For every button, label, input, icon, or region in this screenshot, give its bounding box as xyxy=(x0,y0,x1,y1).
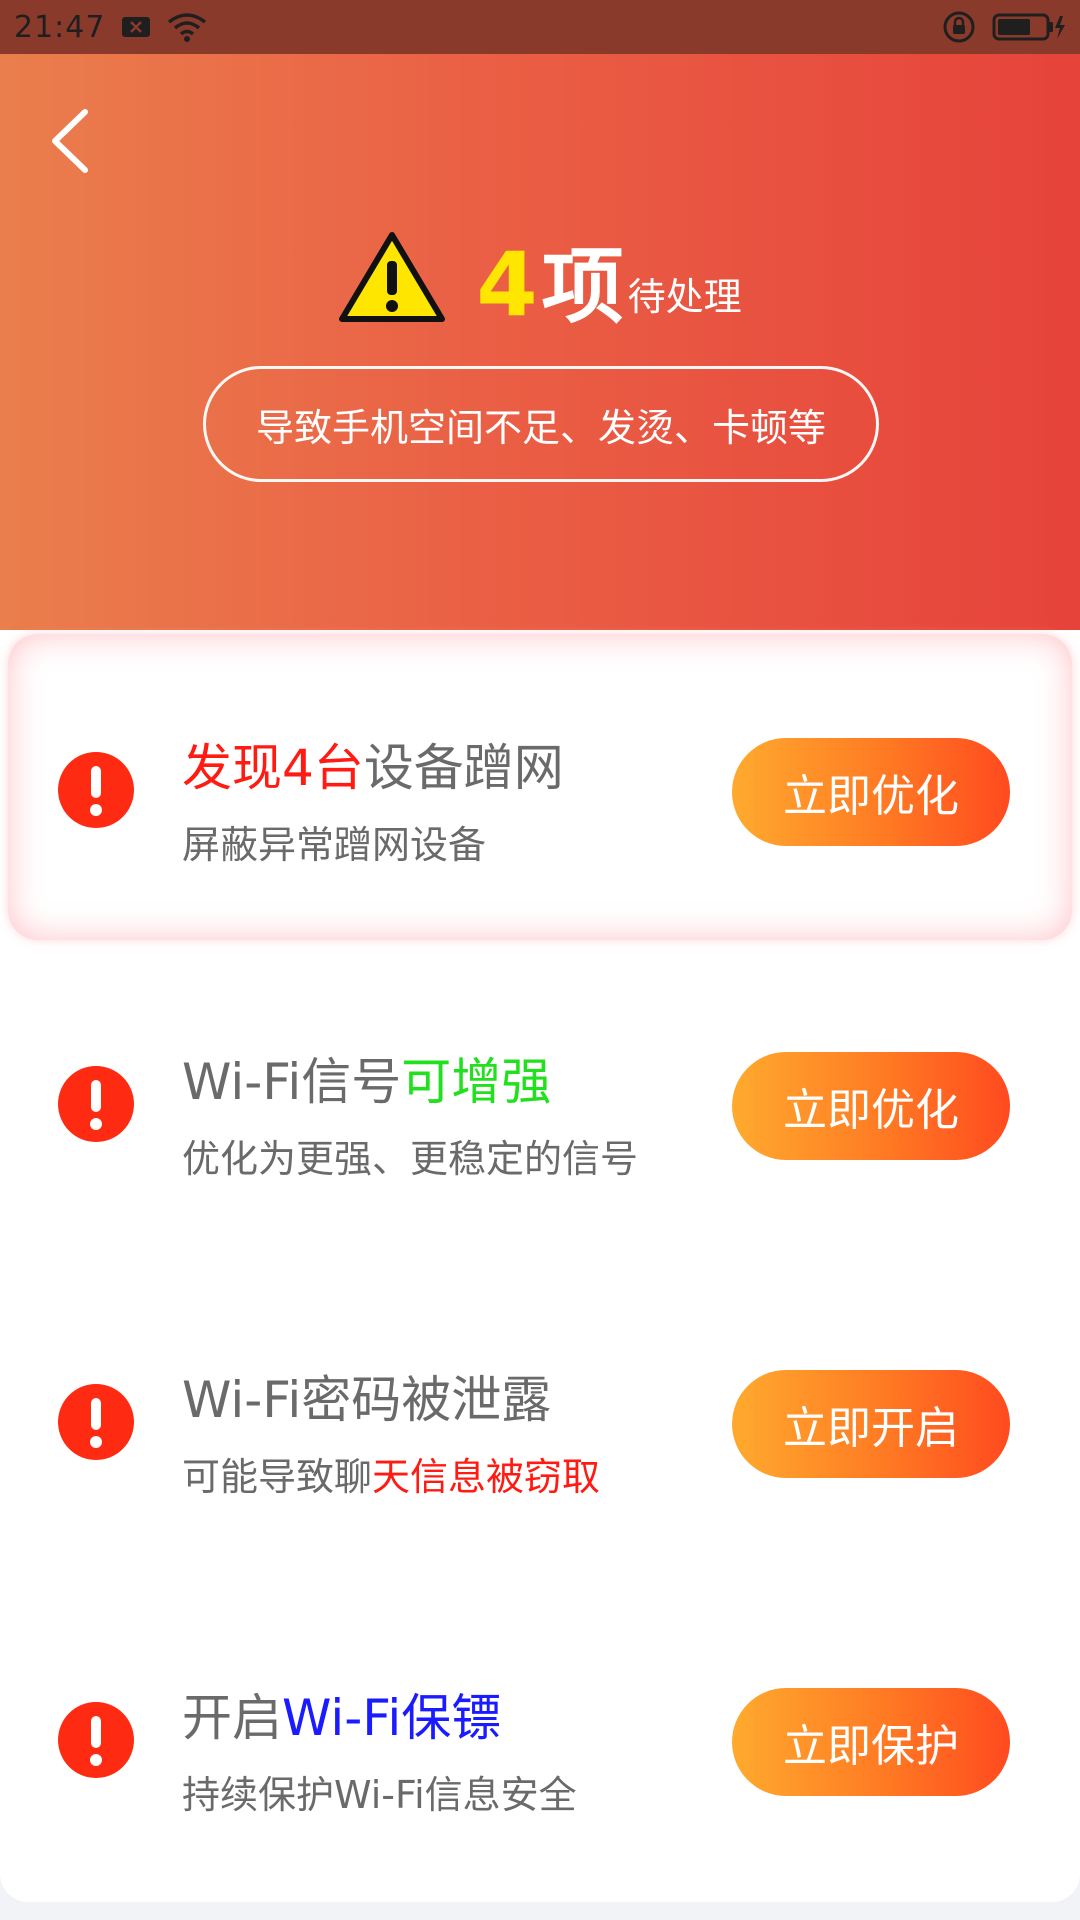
alert-icon xyxy=(58,752,134,828)
chevron-left-icon xyxy=(52,109,88,173)
status-bar: 21:47 xyxy=(0,0,1080,54)
item-subtitle: 屏蔽异常蹭网设备 xyxy=(182,823,487,867)
wifi-icon xyxy=(167,12,207,42)
reason-pill: 导致手机空间不足、发烫、卡顿等 xyxy=(203,366,879,482)
item-title-highlight: 发现4台 xyxy=(182,739,364,797)
enable-button[interactable]: 立即开启 xyxy=(732,1370,1010,1478)
status-right xyxy=(942,10,1066,44)
item-title: 发现4台设备蹭网 xyxy=(182,728,564,800)
battery-charging-icon xyxy=(992,12,1066,42)
status-left: 21:47 xyxy=(14,10,207,45)
alert-icon xyxy=(58,1702,134,1778)
protect-button[interactable]: 立即保护 xyxy=(732,1688,1010,1796)
item-subtitle: 优化为更强、更稳定的信号 xyxy=(182,1137,639,1181)
item-subtitle-highlight: 天信息被窃取 xyxy=(372,1455,601,1499)
item-title: Wi-Fi密码被泄露 xyxy=(182,1360,551,1432)
pending-count-suffix: 待处理 xyxy=(627,275,742,319)
alert-icon xyxy=(58,1066,134,1142)
item-title: Wi-Fi信号可增强 xyxy=(182,1042,551,1114)
item-title: 开启Wi-Fi保镖 xyxy=(182,1678,501,1750)
alert-icon xyxy=(58,1384,134,1460)
list-item: 发现4台设备蹭网 屏蔽异常蹭网设备 立即优化 xyxy=(8,634,1072,940)
item-title-prefix: 开启 xyxy=(182,1689,282,1747)
back-button[interactable] xyxy=(34,96,104,186)
list-item: Wi-Fi密码被泄露 可能导致聊天信息被窃取 立即开启 xyxy=(0,1266,1080,1572)
rotation-lock-icon xyxy=(942,10,976,44)
list-item: Wi-Fi信号可增强 优化为更强、更稳定的信号 立即优化 xyxy=(0,948,1080,1254)
optimize-button[interactable]: 立即优化 xyxy=(732,738,1010,846)
item-title-suffix: 设备蹭网 xyxy=(363,739,564,797)
status-time: 21:47 xyxy=(14,9,106,45)
item-title-prefix: Wi-Fi信号 xyxy=(182,1053,402,1111)
item-subtitle-plain: 可能导致聊 xyxy=(182,1455,373,1499)
item-title-highlight: Wi-Fi保镖 xyxy=(282,1689,502,1747)
item-subtitle: 持续保护Wi-Fi信息安全 xyxy=(182,1773,577,1817)
optimize-signal-button[interactable]: 立即优化 xyxy=(732,1052,1010,1160)
header: 4 项 待处理 导致手机空间不足、发烫、卡顿等 xyxy=(0,54,1080,630)
pending-count-unit: 项 xyxy=(541,240,624,335)
item-title-prefix: Wi-Fi密码被泄露 xyxy=(182,1371,552,1429)
pending-count-number: 4 xyxy=(476,233,538,336)
list-item: 开启Wi-Fi保镖 持续保护Wi-Fi信息安全 立即保护 xyxy=(0,1584,1080,1890)
issue-list: 发现4台设备蹭网 屏蔽异常蹭网设备 立即优化 Wi-Fi信号可增强 优化为更强、… xyxy=(0,630,1080,1902)
notification-x-icon xyxy=(121,15,151,39)
warning-icon xyxy=(339,232,446,322)
pending-count-headline: 4 项 待处理 xyxy=(0,219,1080,329)
item-subtitle: 可能导致聊天信息被窃取 xyxy=(182,1446,600,1501)
item-title-highlight: 可增强 xyxy=(401,1053,552,1111)
